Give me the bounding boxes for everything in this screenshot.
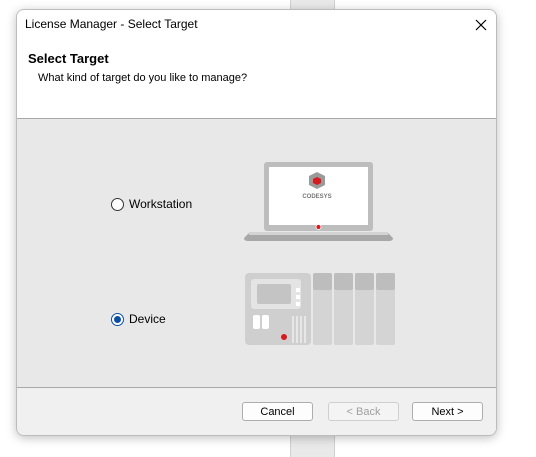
wizard-footer: Cancel < Back Next > bbox=[17, 387, 496, 435]
workstation-radio[interactable] bbox=[111, 197, 124, 211]
title-bar: License Manager - Select Target bbox=[17, 10, 496, 39]
device-plc-icon bbox=[245, 273, 395, 345]
next-button[interactable]: Next > bbox=[412, 402, 483, 421]
window-title: License Manager - Select Target bbox=[25, 17, 198, 31]
laptop-logo-text: CODESYS bbox=[302, 194, 331, 200]
close-icon bbox=[475, 19, 487, 30]
wizard-header: Select Target What kind of target do you… bbox=[17, 39, 496, 119]
license-manager-dialog: License Manager - Select Target Select T… bbox=[16, 9, 497, 436]
device-radio[interactable] bbox=[111, 312, 124, 326]
close-button[interactable] bbox=[466, 10, 496, 39]
cancel-button[interactable]: Cancel bbox=[242, 402, 313, 421]
workstation-laptop-icon: CODESYS bbox=[244, 162, 393, 241]
page-title: Select Target bbox=[28, 51, 109, 66]
workstation-option[interactable]: Workstation bbox=[111, 197, 192, 211]
back-button[interactable]: < Back bbox=[328, 402, 399, 421]
target-selection-area: Workstation CODESYS Device bbox=[17, 119, 496, 387]
device-label: Device bbox=[129, 312, 166, 326]
page-subtitle: What kind of target do you like to manag… bbox=[38, 72, 248, 84]
device-option[interactable]: Device bbox=[111, 312, 166, 326]
workstation-label: Workstation bbox=[129, 197, 193, 211]
